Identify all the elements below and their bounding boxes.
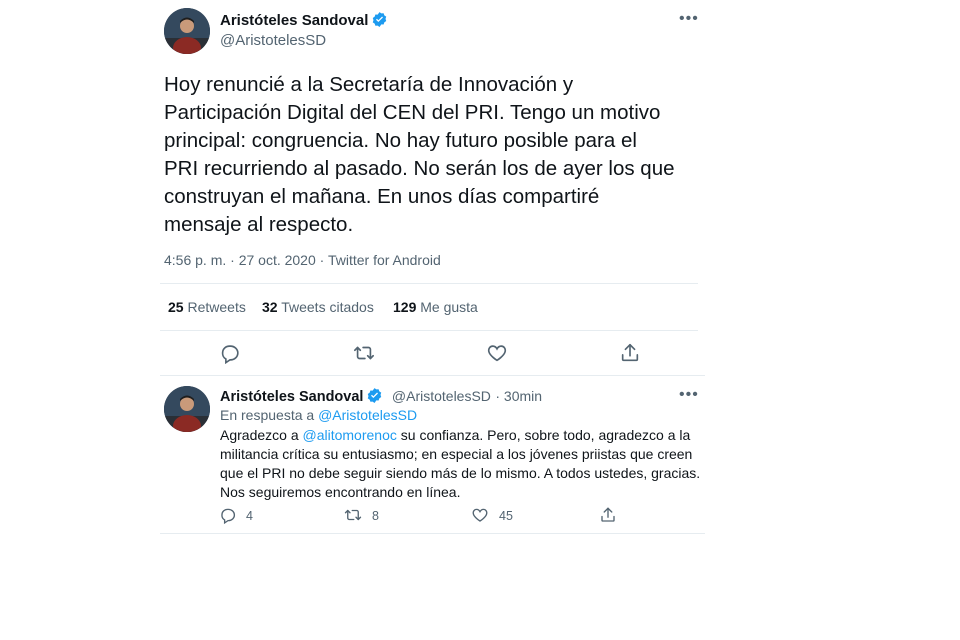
author-handle[interactable]: @AristotelesSD xyxy=(220,32,326,49)
in-reply-handle-link[interactable]: @AristotelesSD xyxy=(318,407,417,423)
verified-badge-icon xyxy=(366,387,383,404)
reply-likes-count: 45 xyxy=(499,509,513,523)
tweet-text-line: mensaje al respecto. xyxy=(164,213,354,236)
retweets-stat[interactable]: 25 Retweets xyxy=(168,299,246,315)
reply-text-line: que el PRI no debe seguir siendo más de … xyxy=(220,465,701,481)
reply-header: Aristóteles Sandoval @AristotelesSD · 30… xyxy=(220,387,542,406)
reply-text-fragment: su confianza. Pero, sobre todo, agradezc… xyxy=(396,427,691,443)
quotes-count: 32 xyxy=(262,299,278,315)
reply-text-line: Agradezco a @alitomorenoc su confianza. … xyxy=(220,426,710,445)
reply-text-fragment: Agradezco a xyxy=(220,427,303,443)
reply-text-line: militancia crítica su entusiasmo; en esp… xyxy=(220,446,693,462)
divider xyxy=(160,330,698,331)
in-reply-to: En respuesta a @AristotelesSD xyxy=(220,406,417,425)
reply-like-icon[interactable] xyxy=(471,506,489,524)
author-name-row: Aristóteles Sandoval xyxy=(220,11,388,30)
likes-label: Me gusta xyxy=(420,299,478,315)
reply-more-options-icon[interactable]: ••• xyxy=(679,386,699,404)
more-options-icon[interactable]: ••• xyxy=(679,10,699,28)
retweets-count: 25 xyxy=(168,299,184,315)
retweets-label: Retweets xyxy=(187,299,246,315)
reply-author-handle[interactable]: @AristotelesSD xyxy=(392,388,491,404)
tweet-timestamp[interactable]: 4:56 p. m. · 27 oct. 2020 · Twitter for … xyxy=(164,252,441,268)
reply-time[interactable]: · 30min xyxy=(495,388,542,404)
tweet-text-line: principal: congruencia. No hay futuro po… xyxy=(164,129,637,152)
retweet-icon[interactable] xyxy=(353,342,375,364)
reply-reply-icon[interactable] xyxy=(219,506,237,524)
reply-text-line: Nos seguiremos encontrando en línea. xyxy=(220,484,461,500)
author-avatar[interactable] xyxy=(164,8,210,54)
divider xyxy=(160,533,705,534)
tweet-text-line: construyan el mañana. En unos días compa… xyxy=(164,185,600,208)
tweet-text: Hoy renuncié a la Secretaría de Innovaci… xyxy=(164,71,724,239)
reply-author-name[interactable]: Aristóteles Sandoval xyxy=(220,389,363,405)
divider xyxy=(160,375,705,376)
reply-replies-count: 4 xyxy=(246,509,253,523)
author-name[interactable]: Aristóteles Sandoval xyxy=(220,12,368,29)
verified-badge-icon xyxy=(371,11,388,28)
share-icon[interactable] xyxy=(619,342,641,364)
reply-text: Agradezco a @alitomorenoc su confianza. … xyxy=(220,426,710,502)
reply-author-avatar[interactable] xyxy=(164,386,210,432)
likes-stat[interactable]: 129 Me gusta xyxy=(393,299,478,315)
quotes-label: Tweets citados xyxy=(281,299,374,315)
reply-retweets-count: 8 xyxy=(372,509,379,523)
reply-icon[interactable] xyxy=(219,342,241,364)
reply-retweet-icon[interactable] xyxy=(344,506,362,524)
reply-share-icon[interactable] xyxy=(599,506,617,524)
tweet-text-line: Hoy renuncié a la Secretaría de Innovaci… xyxy=(164,73,574,96)
tweet-text-line: PRI recurriendo al pasado. No serán los … xyxy=(164,157,675,180)
tweet-text-line: Participación Digital del CEN del PRI. T… xyxy=(164,101,661,124)
likes-count: 129 xyxy=(393,299,417,315)
divider xyxy=(160,283,698,284)
like-icon[interactable] xyxy=(486,342,508,364)
mention-link[interactable]: @alitomorenoc xyxy=(303,427,397,443)
quote-tweets-stat[interactable]: 32 Tweets citados xyxy=(262,299,374,315)
in-reply-prefix: En respuesta a xyxy=(220,407,319,423)
